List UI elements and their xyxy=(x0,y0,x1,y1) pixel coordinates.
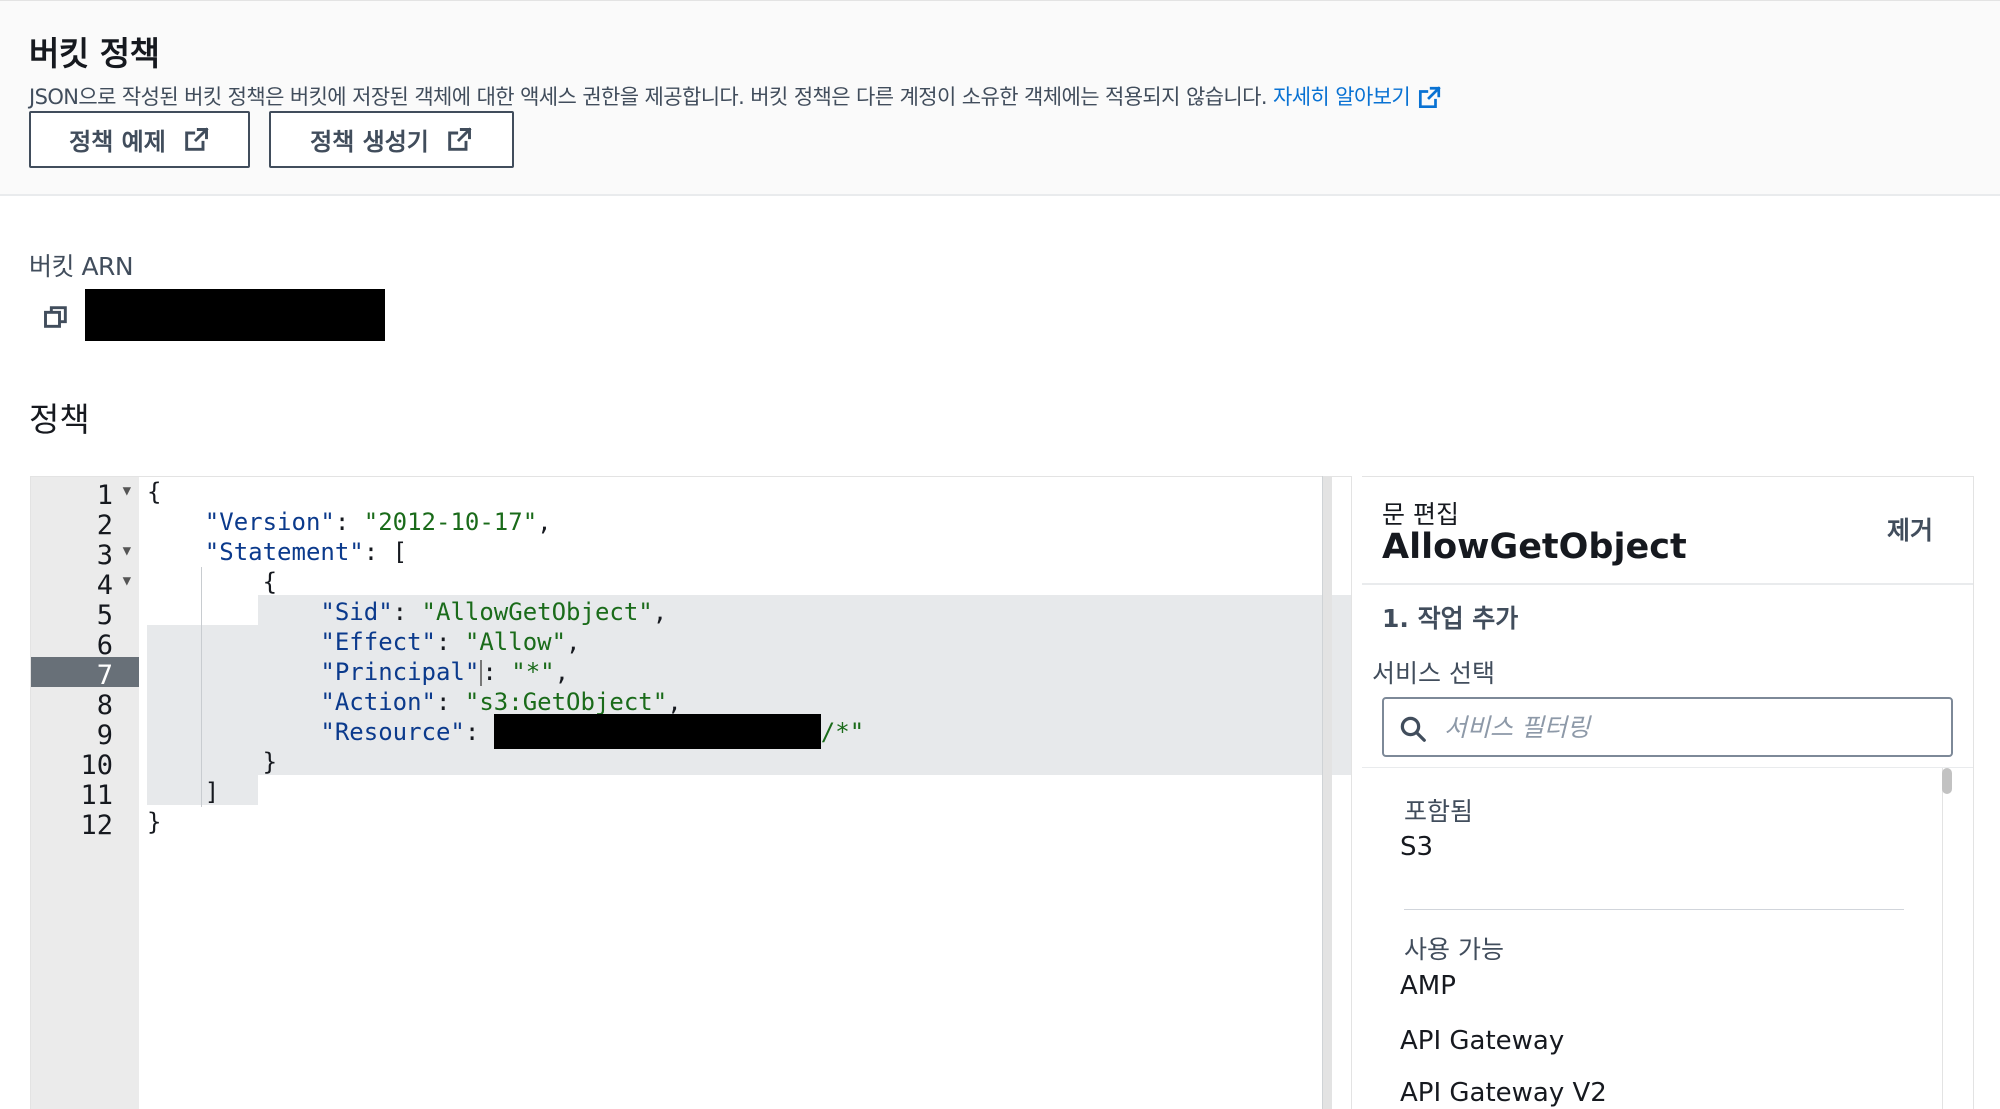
external-link-icon xyxy=(1419,86,1441,109)
learn-more-label: 자세히 알아보기 xyxy=(1272,85,1411,109)
learn-more-link[interactable]: 자세히 알아보기 xyxy=(1273,85,1442,109)
service-item-amp[interactable]: AMP xyxy=(1400,971,1456,1001)
policy-generator-label: 정책 생성기 xyxy=(310,128,429,156)
redacted-arn-value xyxy=(85,289,385,341)
service-item-api-gateway[interactable]: API Gateway xyxy=(1400,1026,1564,1056)
panel-resize-handle[interactable] xyxy=(1322,476,1332,1109)
bucket-policy-header: 버킷 정책 JSON으로 작성된 버킷 정책은 버킷에 저장된 객체에 대한 액… xyxy=(0,0,2000,196)
available-group-heading: 사용 가능 xyxy=(1404,935,1504,964)
line-number: 12 xyxy=(80,810,113,841)
add-actions-step-title: 1. 작업 추가 xyxy=(1382,604,1519,633)
description-text: JSON으로 작성된 버킷 정책은 버킷에 저장된 객체에 대한 액세스 권한을… xyxy=(29,85,1268,109)
statement-name: AllowGetObject xyxy=(1382,527,1687,567)
redacted-resource-value xyxy=(493,713,821,749)
policy-description: JSON으로 작성된 버킷 정책은 버킷에 저장된 객체에 대한 액세스 권한을… xyxy=(29,81,1442,111)
service-item-api-gateway-v2[interactable]: API Gateway V2 xyxy=(1400,1078,1607,1108)
copy-icon[interactable] xyxy=(42,303,70,331)
external-link-icon xyxy=(185,126,209,151)
line-number-active: 7 xyxy=(31,657,139,691)
remove-statement-button[interactable]: 제거 xyxy=(1887,511,1933,547)
code-line: } xyxy=(147,808,162,836)
page-title: 버킷 정책 xyxy=(29,34,160,73)
bucket-arn-label: 버킷 ARN xyxy=(29,252,134,281)
search-icon xyxy=(1400,716,1426,742)
service-filter-field[interactable] xyxy=(1382,697,1953,757)
fold-arrow-icon: ▼ xyxy=(122,573,131,589)
external-link-icon xyxy=(448,126,472,151)
policy-generator-button[interactable]: 정책 생성기 xyxy=(269,111,514,168)
list-divider xyxy=(1404,909,1904,910)
edit-statement-label: 문 편집 xyxy=(1382,500,1459,529)
fold-arrow-icon: ▼ xyxy=(122,543,131,559)
divider xyxy=(1362,583,1973,585)
service-filter-input[interactable] xyxy=(1444,709,1934,745)
select-service-label: 서비스 선택 xyxy=(1372,659,1495,688)
scrollbar-thumb[interactable] xyxy=(1942,768,1952,794)
fold-arrow-icon: ▼ xyxy=(122,483,131,499)
policy-code-editor[interactable]: 1 ▼ 2 3 ▼ 4 ▼ 5 6 7 8 9 10 11 12 { "Version… xyxy=(30,476,1352,1109)
policy-examples-button[interactable]: 정책 예제 xyxy=(29,111,250,168)
service-item-s3[interactable]: S3 xyxy=(1400,832,1433,862)
included-group-heading: 포함됨 xyxy=(1404,797,1474,826)
policy-section-title: 정책 xyxy=(29,400,90,439)
policy-examples-label: 정책 예제 xyxy=(69,128,166,156)
statement-editor-panel: 문 편집 AllowGetObject 제거 1. 작업 추가 서비스 선택 포… xyxy=(1362,476,1974,1109)
service-list: 포함됨 S3 사용 가능 AMP API Gateway API Gateway… xyxy=(1362,767,1973,1109)
scrollbar[interactable] xyxy=(1942,768,1954,1109)
